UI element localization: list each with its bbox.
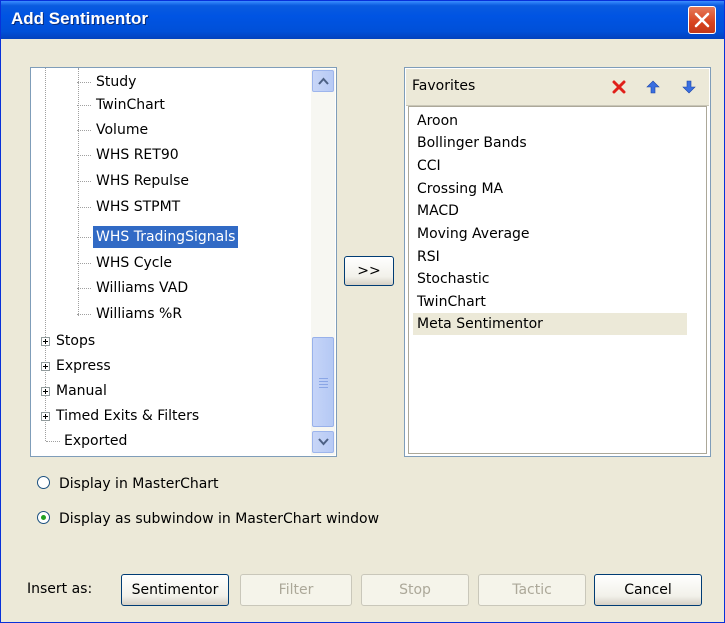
chevron-down-icon — [318, 438, 329, 446]
close-button[interactable] — [688, 6, 716, 34]
insert-as-label: Insert as: — [27, 581, 93, 597]
favorite-item[interactable]: Moving Average — [413, 223, 687, 245]
tree-scrollbar[interactable] — [311, 69, 335, 455]
insert-sentimentor-button[interactable]: Sentimentor — [121, 574, 229, 606]
insert-stop-button[interactable]: Stop — [361, 574, 469, 606]
favorite-item[interactable]: Meta Sentimentor — [413, 313, 687, 335]
favorite-item[interactable]: RSI — [413, 246, 687, 268]
move-down-icon[interactable] — [682, 80, 696, 94]
favorites-title: Favorites — [412, 78, 476, 94]
add-to-favorites-button[interactable]: >> — [344, 256, 394, 286]
favorite-item[interactable]: MACD — [413, 200, 687, 222]
favorite-item[interactable]: Aroon — [413, 110, 687, 132]
delete-icon[interactable] — [612, 80, 626, 94]
chevron-up-icon — [318, 77, 329, 85]
favorites-header: Favorites — [406, 69, 709, 106]
close-icon — [694, 12, 710, 28]
expand-icon[interactable] — [41, 412, 50, 421]
favorite-item[interactable]: Crossing MA — [413, 178, 687, 200]
radio-button[interactable] — [37, 476, 50, 489]
insert-tactic-button[interactable]: Tactic — [478, 574, 586, 606]
insert-filter-button[interactable]: Filter — [240, 574, 352, 606]
expand-icon[interactable] — [41, 387, 50, 396]
favorite-item[interactable]: Bollinger Bands — [413, 132, 687, 154]
title-bar[interactable]: Add Sentimentor — [1, 1, 724, 39]
favorites-list[interactable]: Aroon Bollinger Bands CCI Crossing MA MA… — [408, 106, 707, 454]
tree-guide-line — [45, 68, 47, 441]
favorite-item[interactable]: Stochastic — [413, 268, 687, 290]
cancel-button[interactable]: Cancel — [594, 574, 702, 606]
favorite-item[interactable]: TwinChart — [413, 291, 687, 313]
scroll-thumb[interactable] — [312, 337, 334, 427]
scroll-down-button[interactable] — [312, 431, 334, 453]
sentimentor-tree[interactable]: Study TwinChart Volume WHS RET90 WHS Rep… — [30, 67, 337, 457]
expand-icon[interactable] — [41, 362, 50, 371]
radio-button[interactable] — [37, 511, 50, 524]
favorite-item[interactable]: CCI — [413, 155, 687, 177]
favorites-panel: Favorites Aroon Bollinger Bands CCI Cros… — [404, 67, 711, 457]
add-sentimentor-dialog: Add Sentimentor Study TwinChart Volume W… — [0, 0, 725, 623]
move-up-icon[interactable] — [646, 80, 660, 94]
scroll-up-button[interactable] — [312, 70, 334, 92]
window-title: Add Sentimentor — [11, 9, 148, 28]
expand-icon[interactable] — [41, 337, 50, 346]
